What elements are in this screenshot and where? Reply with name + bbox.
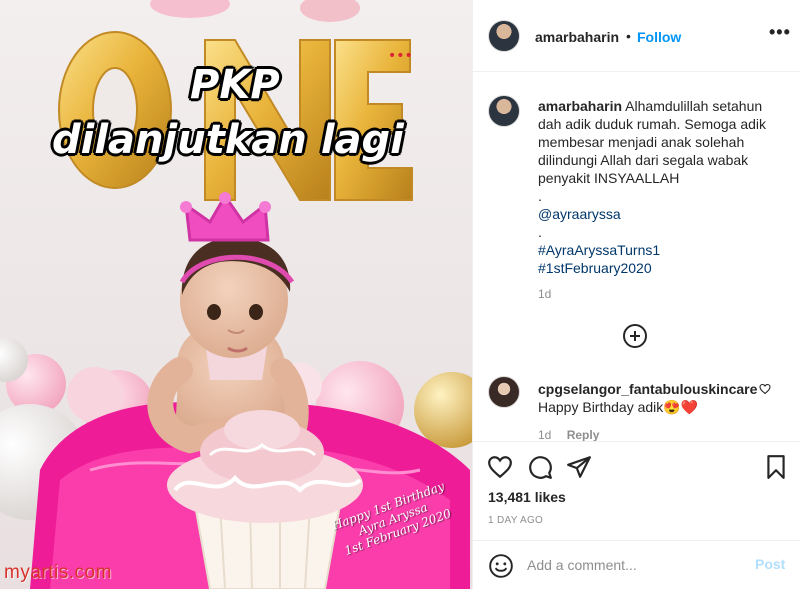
comment-like-heart-icon[interactable] [759, 383, 771, 395]
save-bookmark-icon[interactable] [763, 454, 789, 480]
post-header: amarbaharin • Follow ••• [473, 0, 800, 72]
caption-mention[interactable]: @ayraaryssa [538, 205, 788, 223]
comment-time: 1d [538, 428, 552, 441]
more-dots-icon[interactable]: ••• [769, 22, 791, 43]
caption-avatar[interactable] [488, 95, 520, 127]
caption-separator-2: . [538, 224, 542, 240]
comment-meta: 1d Reply [538, 428, 611, 441]
caption-hashtag-1[interactable]: #AyraAryssaTurns1 [538, 241, 788, 259]
reply-button[interactable]: Reply [567, 428, 600, 441]
caption-time: 1d [538, 287, 552, 301]
likes-count[interactable]: 13,481 likes [488, 489, 566, 505]
follow-button[interactable]: Follow [637, 29, 681, 45]
caption-username[interactable]: amarbaharin [538, 98, 622, 114]
like-heart-icon[interactable] [487, 454, 513, 480]
post-panel: amarbaharin • Follow ••• amarbaharin Alh… [472, 0, 800, 589]
post-date[interactable]: 1 DAY AGO [488, 515, 543, 526]
comment-text: Happy Birthday adik😍❤️ [538, 399, 699, 415]
post-image[interactable]: ••• PKP dilanjutkan lagi Happy 1st Birth… [0, 0, 472, 589]
header-username[interactable]: amarbaharin [535, 29, 619, 45]
add-comment-bar: Post [473, 540, 800, 589]
watermark: myartis.com [4, 562, 112, 583]
separator-dot: • [626, 28, 631, 44]
comments-section[interactable]: amarbaharin Alhamdulillah setahun dah ad… [473, 73, 800, 441]
post-caption: amarbaharin Alhamdulillah setahun dah ad… [538, 97, 788, 277]
overlay-text-line1: PKP [190, 62, 280, 108]
comment-input[interactable] [527, 554, 747, 576]
avatar[interactable] [488, 20, 520, 52]
comment: cpgselangor_fantabulouskincare Happy Bir… [538, 380, 763, 416]
emoji-icon[interactable] [488, 553, 514, 579]
share-icon[interactable] [566, 454, 592, 480]
balloon-letters [58, 31, 413, 201]
post-button[interactable]: Post [755, 556, 785, 572]
load-more-comments-icon[interactable] [623, 324, 647, 348]
caption-separator-1: . [538, 188, 542, 204]
comment-avatar[interactable] [488, 376, 520, 408]
comment-icon[interactable] [527, 454, 553, 480]
post-actions: 13,481 likes 1 DAY AGO [473, 441, 800, 548]
svg-text:•••: ••• [388, 48, 413, 64]
comment-username[interactable]: cpgselangor_fantabulouskincare [538, 380, 763, 398]
overlay-text-line2: dilanjutkan lagi [52, 117, 404, 163]
caption-hashtag-2[interactable]: #1stFebruary2020 [538, 259, 788, 277]
